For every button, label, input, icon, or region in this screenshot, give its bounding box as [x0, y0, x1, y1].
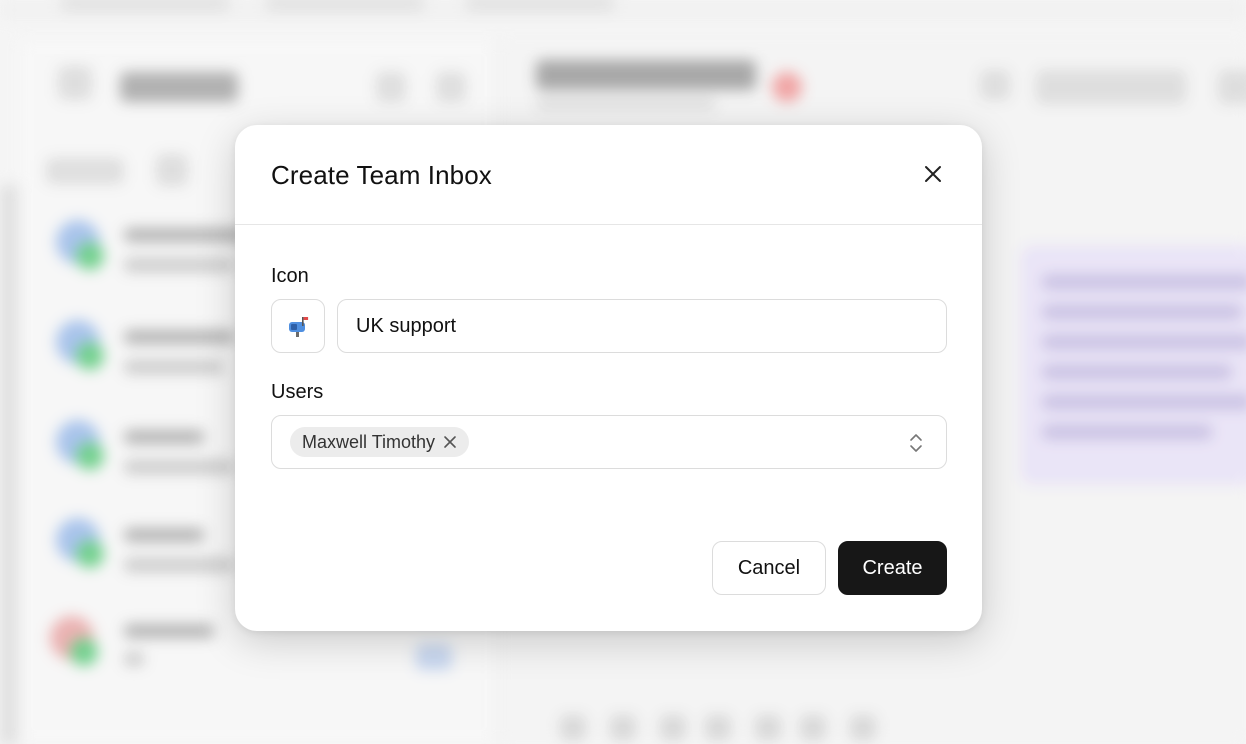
cancel-button[interactable]: Cancel — [712, 541, 826, 595]
users-select[interactable]: Maxwell Timothy — [271, 415, 947, 469]
close-icon — [925, 166, 941, 182]
icon-picker-button[interactable] — [271, 299, 325, 353]
user-chip: Maxwell Timothy — [290, 427, 470, 457]
create-button[interactable]: Create — [838, 541, 947, 595]
dialog-title: Create Team Inbox — [271, 160, 492, 190]
user-chip-label: Maxwell Timothy — [302, 431, 436, 452]
users-label: Users — [271, 381, 324, 403]
chip-remove-button[interactable] — [443, 435, 457, 449]
create-team-inbox-dialog: Create Team Inbox Icon Users Maxwell Tim… — [235, 125, 982, 631]
dialog-header: Create Team Inbox — [235, 125, 982, 225]
icon-label: Icon — [271, 265, 309, 287]
chevron-up-down-icon — [910, 434, 922, 452]
close-icon — [444, 436, 456, 448]
close-button[interactable] — [918, 159, 948, 189]
inbox-name-input[interactable] — [337, 299, 947, 353]
mailbox-icon — [289, 317, 309, 337]
